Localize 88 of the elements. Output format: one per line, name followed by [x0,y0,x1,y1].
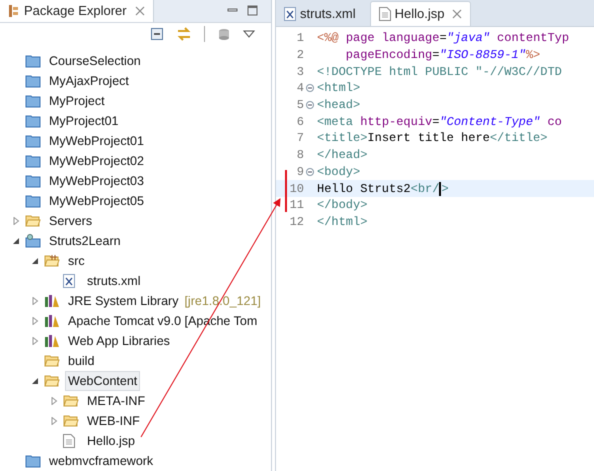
collapsed-arrow-icon[interactable] [50,397,58,405]
collapsed-arrow-icon[interactable] [31,297,39,305]
code-line: <%@ page language="java" contentTyp [317,30,570,48]
project-folder-icon [25,54,41,68]
line-number: 9 [296,164,304,181]
tree-item-label[interactable]: MyWebProject01 [46,131,147,151]
folder-icon [44,354,60,368]
tree-item-label[interactable]: WEB-INF [84,411,143,431]
line-number: 7 [296,130,304,148]
folder-icon [63,414,79,428]
package-icon [8,4,20,18]
line-number: 2 [296,47,304,64]
tree-item-label[interactable]: struts.xml [84,271,144,291]
fold-icon[interactable] [306,168,314,176]
tree-item-label[interactable]: META-INF [84,391,148,411]
expanded-arrow-icon[interactable] [12,237,20,245]
line-number: 10 [288,180,304,198]
line-number: 12 [288,214,304,231]
line-number: 1 [296,30,304,48]
folder-icon [44,374,60,388]
line-number: 4 [296,80,304,98]
project-folder-icon [25,194,41,208]
code-line: <meta http-equiv="Content-Type" co [317,114,562,131]
code-line: <title>Insert title here</title> [317,130,548,148]
tree-item-label[interactable]: src [65,251,88,271]
tree-item-label[interactable]: Servers [46,211,96,231]
tree-item-label[interactable]: MyAjaxProject [46,71,132,91]
folder-icon [63,394,79,408]
tree-item-label[interactable]: MyWebProject02 [46,151,147,171]
tree-item-label[interactable]: JRE System Library [65,291,182,311]
code-line: <html> [317,80,360,98]
collapse-all-icon[interactable] [150,27,164,41]
books-icon [44,334,60,348]
tree-item-label[interactable]: Web App Libraries [65,331,173,351]
fold-icon[interactable] [306,101,314,110]
code-line: <body> [317,164,360,181]
tree-item-label[interactable]: webmvcframework [46,451,156,471]
close-icon[interactable] [134,6,145,16]
code-line: <head> [317,97,360,114]
project-folder-icon [25,94,41,108]
line-number: 3 [296,64,304,81]
tree-item-label[interactable]: Hello.jsp [84,431,138,451]
tree-item-label[interactable]: MyWebProject03 [46,171,147,191]
code-line: pageEncoding="ISO-8859-1"%> [344,47,540,64]
line-number: 8 [296,147,304,164]
project-folder-icon [25,74,41,88]
code-line: Hello Struts2<br/ > [317,180,449,198]
document-icon [378,7,391,21]
xml-file-icon [63,274,75,288]
folder-icon [25,214,41,228]
code-line: <!DOCTYPE html PUBLIC "-//W3C//DTD [317,64,562,81]
line-number: 6 [296,114,304,131]
editor-tab[interactable]: Hello.jsp [370,1,472,26]
collapsed-arrow-icon[interactable] [31,317,39,325]
line-number: 5 [296,97,304,114]
expanded-arrow-icon[interactable] [31,257,39,265]
code-line: </html> [317,214,368,231]
code-line: </body> [317,197,368,214]
collapsed-arrow-icon[interactable] [12,217,20,225]
package-folder-icon [44,254,60,268]
tree-item-label[interactable]: Struts2Learn [46,231,124,251]
code-line: </head> [317,147,368,164]
collapsed-arrow-icon[interactable] [31,337,39,345]
tree-item-label[interactable]: MyWebProject05 [46,191,147,211]
books-icon [44,314,60,328]
expanded-arrow-icon[interactable] [31,377,39,385]
tree-item-label[interactable]: build [65,351,98,371]
project-folder-icon [25,154,41,168]
maximize-icon[interactable] [247,5,259,17]
project-folder-icon [25,454,41,468]
project-folder-icon [25,134,41,148]
collapsed-arrow-icon[interactable] [50,417,58,425]
line-number: 11 [288,197,304,214]
tree-item-label[interactable]: WebContent [65,371,140,391]
fold-icon[interactable] [306,84,314,92]
tree-item-label[interactable]: MyProject [46,91,108,111]
database-icon[interactable] [217,27,231,41]
tree-item-label[interactable]: CourseSelection [46,51,144,71]
close-icon[interactable] [452,9,462,19]
view-menu-icon[interactable] [243,30,255,38]
document-icon [63,434,75,448]
xml-file-icon [284,6,296,20]
books-icon [44,294,60,308]
annotation-line [285,170,287,212]
project-folder-icon [25,114,41,128]
tree-item-label[interactable]: MyProject01 [46,111,122,131]
web-project-icon [25,234,41,248]
project-folder-icon [25,174,41,188]
